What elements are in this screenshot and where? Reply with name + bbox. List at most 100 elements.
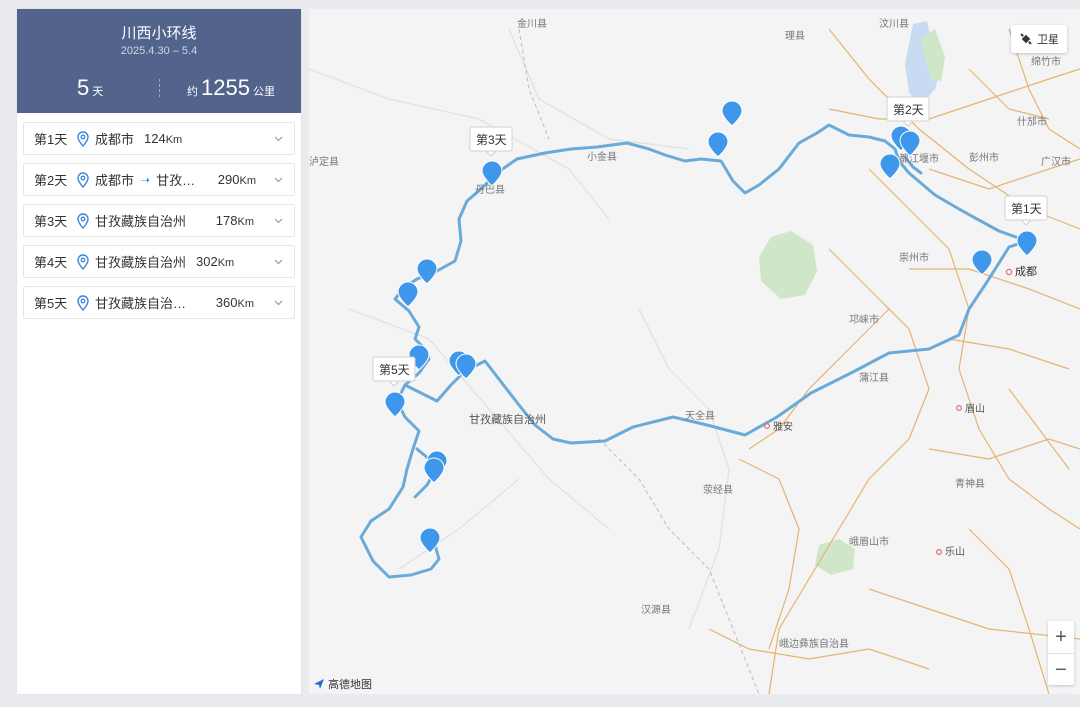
day-place: 甘孜藏族自治州 <box>95 255 187 270</box>
map-label: 峨眉山市 <box>849 535 889 548</box>
map-marker-icon[interactable] <box>721 100 743 127</box>
map-label: 彭州市 <box>969 151 999 164</box>
amap-logo-icon <box>314 679 324 689</box>
day-label: 第1天 <box>34 132 68 147</box>
location-pin-icon <box>77 212 89 229</box>
zoom-control: + − <box>1048 621 1074 685</box>
map-provider-text: 高德地图 <box>328 679 372 691</box>
day-distance: 360Km <box>216 295 254 310</box>
day-distance-value: 360 <box>215 295 238 310</box>
road-network <box>309 28 730 630</box>
trip-distance-unit: 公里 <box>252 86 275 98</box>
map-label: 雅安 <box>773 420 793 433</box>
day-place: 成都市 <box>95 173 135 188</box>
arrow-right-icon: ➝ <box>140 172 151 187</box>
day-destination: 甘孜… <box>156 173 196 188</box>
map-label: 广汉市 <box>1041 155 1071 168</box>
map-label: 理县 <box>785 30 805 42</box>
map-label: 青神县 <box>955 477 985 490</box>
map-label: 峨边彝族自治县 <box>779 637 849 650</box>
callout-label: 第5天 <box>379 363 410 377</box>
map-canvas[interactable]: 金川县 汶川县 理县 绵竹市 什邡市 彭州市 广汉市 小金县 丹巴县 都江堰市 … <box>309 9 1080 694</box>
place-labels: 金川县 汶川县 理县 绵竹市 什邡市 彭州市 广汉市 小金县 丹巴县 都江堰市 … <box>309 17 1071 650</box>
day-list: 第1天 成都市 124Km 第2天 成都市 ➝ 甘孜… 290Km 第3天 甘孜… <box>17 113 301 319</box>
map-marker-icon[interactable] <box>1016 230 1038 257</box>
satellite-label: 卫星 <box>1037 34 1059 46</box>
trip-days-unit: 天 <box>92 86 104 98</box>
city-dot <box>955 405 962 412</box>
day-label: 第3天 <box>34 214 68 229</box>
day-distance-value: 124 <box>144 131 166 146</box>
route-map[interactable]: 金川县 汶川县 理县 绵竹市 什邡市 彭州市 广汉市 小金县 丹巴县 都江堰市 … <box>309 9 1080 694</box>
day-place: 甘孜藏族自治州 <box>95 214 187 229</box>
trip-days-stat: 5天 <box>77 75 103 101</box>
trip-distance-stat: 约 1255 公里 <box>187 75 275 101</box>
trip-days-value: 5 <box>77 75 90 100</box>
map-label: 眉山 <box>965 403 985 415</box>
map-label: 都江堰市 <box>899 152 939 165</box>
zoom-in-button[interactable]: + <box>1048 621 1074 654</box>
map-label: 甘孜藏族自治州 <box>469 412 546 426</box>
map-marker-icon[interactable] <box>416 258 438 285</box>
day-label: 第4天 <box>34 255 68 270</box>
map-label: 乐山 <box>945 546 965 558</box>
day-distance-unit: Km <box>239 175 257 187</box>
zoom-out-button[interactable]: − <box>1048 654 1074 686</box>
map-label: 汉源县 <box>641 603 671 616</box>
trip-distance-value: 1255 <box>201 75 250 100</box>
chevron-down-icon[interactable] <box>273 174 284 185</box>
day-distance-unit: Km <box>237 298 255 310</box>
chevron-down-icon[interactable] <box>273 133 284 144</box>
callout-label: 第1天 <box>1011 202 1042 216</box>
map-provider-logo: 高德地图 <box>313 676 372 692</box>
callout-label: 第2天 <box>893 103 924 117</box>
day-distance: 178Km <box>216 213 254 228</box>
park-area <box>759 231 817 299</box>
day-label: 第2天 <box>34 173 68 188</box>
satellite-toggle-button[interactable]: 卫星 <box>1011 25 1067 53</box>
map-label: 丹巴县 <box>475 184 505 196</box>
trip-title: 川西小环线 <box>121 25 197 42</box>
day-place: 甘孜藏族自治… <box>95 296 187 311</box>
trip-distance-prefix: 约 <box>187 86 198 98</box>
map-label: 汶川县 <box>879 17 909 30</box>
day-distance-value: 290 <box>217 172 240 187</box>
province-boundaries <box>518 28 760 694</box>
map-label: 荥经县 <box>703 483 733 496</box>
day-distance-unit: Km <box>237 216 255 228</box>
map-marker-icon[interactable] <box>899 130 921 157</box>
chevron-down-icon[interactable] <box>273 256 284 267</box>
day-item-5[interactable]: 第5天 甘孜藏族自治… 360Km <box>23 286 295 319</box>
chevron-down-icon[interactable] <box>273 215 284 226</box>
callout-day-2: 第2天 <box>886 96 930 127</box>
day-distance-unit: Km <box>217 257 235 269</box>
map-label: 泸定县 <box>309 155 339 168</box>
day-place: 成都市 <box>95 132 135 147</box>
location-pin-icon <box>77 253 89 270</box>
day-item-4[interactable]: 第4天 甘孜藏族自治州 302Km <box>23 245 295 278</box>
chevron-down-icon[interactable] <box>273 297 284 308</box>
day-distance-value: 178 <box>215 213 238 228</box>
map-marker-icon[interactable] <box>423 457 445 484</box>
map-marker-icon[interactable] <box>481 160 503 187</box>
satellite-icon <box>1020 33 1032 45</box>
day-distance: 124Km <box>144 131 182 146</box>
location-pin-icon <box>77 294 89 311</box>
map-marker-icon[interactable] <box>707 131 729 158</box>
route-line <box>403 239 1029 445</box>
map-label: 成都 <box>1015 265 1037 278</box>
day-item-2[interactable]: 第2天 成都市 ➝ 甘孜… 290Km <box>23 163 295 196</box>
map-label: 金川县 <box>517 17 547 30</box>
location-pin-icon <box>77 130 89 147</box>
map-label: 天全县 <box>685 409 715 422</box>
city-dot <box>935 548 942 555</box>
stat-divider <box>159 79 160 97</box>
trip-panel: 川西小环线 2025.4.30 – 5.4 5天 约 1255 公里 第1天 成都市… <box>17 9 301 694</box>
callout-day-1: 第1天 <box>1004 195 1048 226</box>
day-item-1[interactable]: 第1天 成都市 124Km <box>23 122 295 155</box>
map-marker-icon[interactable] <box>879 153 901 180</box>
map-label: 蒲江县 <box>859 371 889 384</box>
map-label: 崇州市 <box>899 251 929 264</box>
day-item-3[interactable]: 第3天 甘孜藏族自治州 178Km <box>23 204 295 237</box>
day-distance: 290Km <box>218 172 256 187</box>
